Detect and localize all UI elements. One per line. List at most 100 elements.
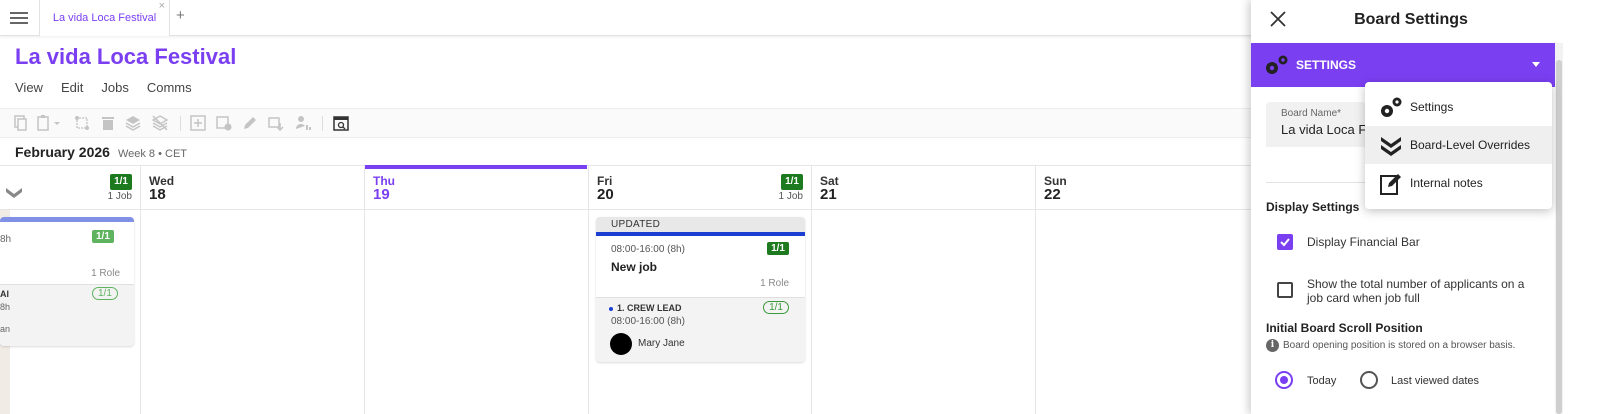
role-count: 1 Role [760,278,789,289]
display-settings-heading: Display Settings [1266,200,1360,214]
role-time: 08:00-16:00 (8h) [611,316,685,327]
day-number: 21 [820,186,837,203]
day-number: 19 [373,186,390,203]
job-card-body: 08:00-16:00 (8h) 1/1 New job 1 Role [596,236,805,297]
dropdown-item-label: Internal notes [1410,176,1483,190]
day-number: 20 [597,186,614,203]
section-selector[interactable]: SETTINGS [1251,43,1555,87]
role-row[interactable]: 1. CREW LEAD 1/1 08:00-16:00 (8h) Mary J… [596,297,805,362]
toolbar-divider [322,116,323,131]
radio-last-viewed[interactable] [1360,371,1378,389]
tab-label: La vida Loca Festival [52,12,157,24]
radio-last-viewed-label: Last viewed dates [1391,375,1480,387]
job-card[interactable]: UPDATED 08:00-16:00 (8h) 1/1 New job 1 R… [596,217,805,362]
display-financial-bar-checkbox[interactable] [1277,234,1293,250]
role-fill-badge: 1/1 [763,301,789,314]
day-header-sat[interactable]: Sat 21 [812,166,1035,210]
fill-badge: 1/1 [92,230,114,243]
add-box-icon[interactable] [190,115,206,131]
scrollbar-thumb[interactable] [1556,60,1562,414]
hamburger-menu-icon[interactable] [10,10,28,26]
dropdown-item-label: Board-Level Overrides [1410,138,1531,152]
role-dot [609,307,613,311]
trash-icon[interactable] [100,115,116,131]
role-count: 1 Role [91,268,120,279]
job-count: 1 Job [107,191,132,202]
top-bar: La vida Loca Festival × + [0,0,1275,36]
connect-icon[interactable] [74,115,90,131]
role-row: Al 8h an 1/1 [0,284,134,346]
layers-off-icon[interactable] [151,115,169,131]
card-text-fragment: 8h [0,302,11,312]
day-header-fri[interactable]: Fri 20 1/1 1 Job [589,166,811,210]
card-body: 8h 1/1 1 Role [0,222,134,284]
chevron-down-icon [1532,62,1540,67]
info-icon: i [1266,339,1279,352]
day-number: 18 [149,186,166,203]
role-fill-badge: 1/1 [92,287,118,300]
job-time: 08:00-16:00 (8h) [611,244,685,255]
move-icon[interactable] [268,115,284,132]
fill-badge: 1/1 [110,174,132,190]
dropdown-item-label: Settings [1410,100,1454,114]
card-text-fragment: an [0,324,11,334]
calendar-search-icon[interactable] [333,115,349,131]
toolbar-divider [180,116,181,131]
layers-icon[interactable] [125,115,141,131]
menu-jobs[interactable]: Jobs [101,80,128,95]
card-text-fragment: 8h [0,234,12,245]
info-text: Board opening position is stored on a br… [1283,340,1516,351]
day-stats: 1/1 1 Job [108,174,132,204]
radio-today-label: Today [1307,375,1337,387]
scroll-position-heading: Initial Board Scroll Position [1266,321,1423,335]
dropdown-item-board-level-overrides[interactable]: Board-Level Overrides [1365,126,1552,164]
add-schedule-icon[interactable] [216,115,232,131]
menu-view[interactable]: View [15,80,43,95]
fill-badge: 1/1 [781,174,803,190]
main-menu: View Edit Jobs Comms [15,80,192,95]
edit-note-icon [1380,174,1401,195]
checkbox-label: Show the total number of applicants on a… [1307,277,1525,305]
add-tab-button[interactable]: + [176,7,185,24]
week-info: Week 8 • CET [117,148,188,160]
check-icon [1280,238,1290,247]
section-label: SETTINGS [1296,58,1357,72]
gears-icon [1381,97,1402,117]
avatar [610,333,632,355]
board-name-label: Board Name* [1281,108,1342,119]
dropdown-item-settings[interactable]: Settings [1365,88,1552,126]
panel-title: Board Settings [1354,11,1468,28]
board-title: La vida Loca Festival [15,44,237,69]
job-card-partial[interactable]: 8h 1/1 1 Role Al 8h an 1/1 [0,217,134,346]
job-status: UPDATED [596,217,805,232]
day-header-wed[interactable]: Wed 18 [141,166,364,210]
job-fill-badge: 1/1 [767,242,789,255]
assign-person-icon[interactable] [295,115,311,131]
pencil-icon[interactable] [242,115,258,131]
copy-icon[interactable] [12,115,28,131]
month-row: February 2026 Week 8 • CET [15,144,187,160]
job-count: 1 Job [778,191,803,202]
close-tab-icon[interactable]: × [159,0,165,12]
role-name: 1. CREW LEAD [617,303,682,313]
section-dropdown-menu: Settings Board-Level Overrides Internal … [1365,82,1552,209]
tab-board[interactable]: La vida Loca Festival × [39,0,170,36]
day-number: 22 [1044,186,1061,203]
collapse-chevron-icon[interactable] [6,188,22,198]
day-header-thu[interactable]: Thu 19 [365,166,588,210]
dropdown-item-internal-notes[interactable]: Internal notes [1365,164,1552,202]
menu-edit[interactable]: Edit [61,80,83,95]
show-applicants-checkbox[interactable] [1277,282,1293,298]
menu-comms[interactable]: Comms [147,80,192,95]
card-text-fragment: Al [0,289,9,299]
checkbox-label: Display Financial Bar [1307,235,1420,249]
job-title: New job [611,260,658,274]
radio-today[interactable] [1275,371,1293,389]
gears-icon [1266,55,1288,74]
paste-icon[interactable] [36,115,62,131]
assignee-name[interactable]: Mary Jane [638,338,685,349]
month-label: February 2026 [15,144,110,160]
day-header-sun[interactable]: Sun 22 [1036,166,1251,210]
toolbar [0,108,1260,138]
board-name-field[interactable]: Board Name* La vida Loca Festival [1266,102,1366,147]
